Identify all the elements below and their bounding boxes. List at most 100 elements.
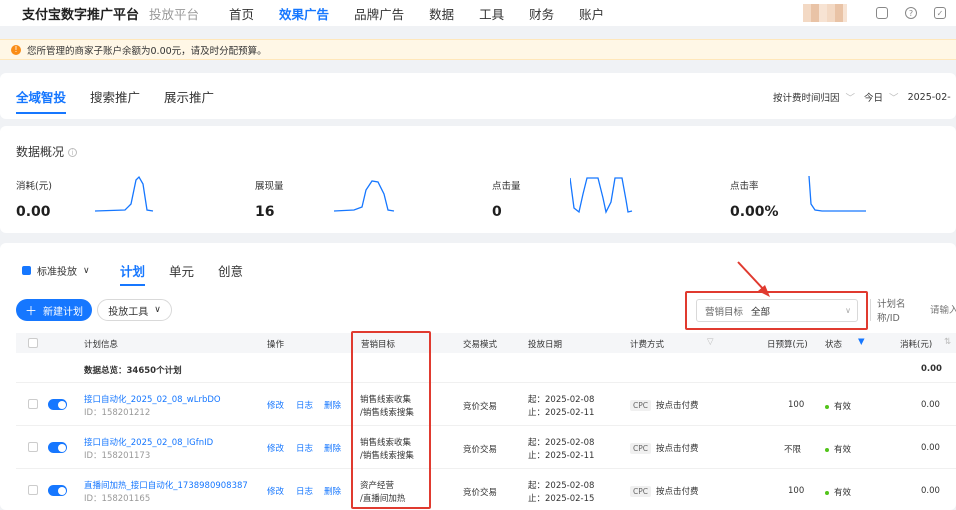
metric-label: 点击率 (730, 181, 759, 192)
top-nav: 首页 效果广告 品牌广告 数据 工具 财务 账户 (229, 4, 629, 23)
plan-toggle[interactable] (48, 442, 67, 453)
nav-tools[interactable]: 工具 (479, 4, 504, 23)
col-date: 投放日期 (528, 340, 563, 350)
metric-label: 展现量 (255, 181, 284, 192)
plan-name-link[interactable]: 接口自动化_2025_02_08_wLrbDO (84, 393, 221, 405)
tab-unit[interactable]: 单元 (169, 261, 194, 286)
metric-ctr: 点击率 0.00% (730, 178, 779, 220)
plan-toggle[interactable] (48, 399, 67, 410)
main-tabs-card: 全域智投 搜索推广 展示推广 按计费时间归因 ﹀ 今日 ﹀ 2025-02- (0, 73, 956, 119)
edit-link[interactable]: 修改 (267, 399, 284, 411)
task-check-icon[interactable]: ✓ (934, 7, 946, 19)
daily-budget: 100 (788, 486, 805, 496)
notice-text: 您所管理的商家子账户余额为0.00元，请及时分配预算。 (27, 45, 267, 57)
log-link[interactable]: 日志 (296, 399, 313, 411)
nav-account[interactable]: 账户 (579, 4, 604, 23)
nav-finance[interactable]: 财务 (529, 4, 554, 23)
row-checkbox[interactable] (28, 442, 38, 452)
trade-mode: 竞价交易 (463, 445, 498, 455)
nav-performance-ads[interactable]: 效果广告 (279, 4, 329, 23)
delivery-mode-select[interactable]: 标准投放 ∨ (22, 263, 90, 278)
info-icon[interactable]: i (68, 148, 78, 157)
plus-icon: ＋ (24, 303, 37, 318)
annotation-arrow-icon (737, 261, 770, 297)
tab-creative[interactable]: 创意 (218, 261, 243, 286)
cost: 0.00 (921, 400, 940, 410)
plan-id: ID：158201165 (84, 494, 151, 504)
balance-notice: ! 您所管理的商家子账户余额为0.00元，请及时分配预算。 (0, 39, 956, 60)
delete-link[interactable]: 删除 (324, 442, 341, 454)
metric-cost: 消耗(元) 0.00 (16, 178, 52, 220)
status-dot-icon (825, 404, 829, 409)
attribution-select[interactable]: 按计费时间归因 (773, 90, 840, 104)
row-checkbox[interactable] (28, 485, 38, 495)
delete-link[interactable]: 删除 (324, 399, 341, 411)
edit-link[interactable]: 修改 (267, 442, 284, 454)
chevron-down-icon: ﹀ (845, 93, 856, 104)
tab-smart-delivery[interactable]: 全域智投 (16, 87, 67, 114)
tab-display-promotion[interactable]: 展示推广 (164, 87, 214, 114)
billing: CPC 按点击付费 (630, 485, 699, 497)
metric-label: 点击量 (492, 181, 521, 192)
status-dot-icon (825, 447, 829, 452)
billing-text: 按点击付费 (656, 487, 699, 497)
billing-text: 按点击付费 (656, 401, 699, 411)
tab-plan[interactable]: 计划 (120, 261, 146, 286)
mode-icon (22, 266, 31, 275)
daily-budget: 不限 (784, 445, 802, 455)
chevron-down-icon: ∨ (845, 306, 851, 315)
select-all-checkbox[interactable] (28, 338, 38, 348)
delete-link[interactable]: 删除 (324, 485, 341, 497)
date-range-select[interactable]: 今日 (864, 90, 883, 104)
search-input[interactable] (930, 304, 956, 316)
platform-switch[interactable]: 投放平台 (149, 4, 199, 23)
col-trade: 交易模式 (463, 340, 498, 350)
status: 有效 (825, 400, 851, 412)
metric-clicks: 点击量 0 (492, 178, 521, 220)
mode-label: 标准投放 (37, 267, 77, 278)
daily-budget: 100 (788, 400, 805, 410)
log-link[interactable]: 日志 (296, 442, 313, 454)
tab-search-promotion[interactable]: 搜索推广 (90, 87, 140, 114)
status-text: 有效 (834, 488, 852, 498)
trade-mode: 竞价交易 (463, 488, 498, 498)
filter-value: 全部 (751, 306, 771, 318)
col-budget: 日预算(元) (767, 340, 808, 350)
new-plan-button[interactable]: ＋ 新建计划 (16, 299, 92, 321)
filter-icon[interactable]: ▼ (858, 337, 865, 347)
avatar[interactable] (803, 4, 847, 22)
plan-table-card: 标准投放 ∨ 计划 单元 创意 ＋ 新建计划 投放工具 ∨ 营销目标 全部 ∨ … (0, 243, 956, 510)
overview-title: 数据概况 i (16, 143, 78, 160)
billing: CPC 按点击付费 (630, 399, 699, 411)
trade-mode: 竞价交易 (463, 402, 498, 412)
highlight-box-filter: 营销目标 全部 ∨ (685, 291, 868, 330)
plan-name-link[interactable]: 接口自动化_2025_02_08_lGfnID (84, 436, 213, 448)
chevron-down-icon: ∨ (83, 265, 90, 276)
start-date: 起：2025-02-08 (528, 395, 595, 405)
plan-name-link[interactable]: 直播间加热_接口自动化_1738980908387 (84, 479, 248, 491)
plan-toggle[interactable] (48, 485, 67, 496)
summary-label: 数据总览：34650个计划 (84, 366, 182, 376)
marketing-goal-filter[interactable]: 营销目标 全部 ∨ (696, 299, 858, 322)
nav-data[interactable]: 数据 (429, 4, 454, 23)
plan-search: 计划名称/ID (870, 296, 956, 324)
start-date: 起：2025-02-08 (528, 438, 595, 448)
row-checkbox[interactable] (28, 399, 38, 409)
log-link[interactable]: 日志 (296, 485, 313, 497)
search-type-select[interactable]: 计划名称/ID (877, 296, 924, 324)
filter-icon[interactable]: ▽ (707, 337, 714, 347)
date-picker[interactable]: 2025-02- (908, 92, 951, 103)
edit-link[interactable]: 修改 (267, 485, 284, 497)
status: 有效 (825, 486, 851, 498)
metric-value: 0.00 (16, 204, 51, 220)
help-icon[interactable]: ? (905, 7, 917, 19)
sort-icon[interactable]: ⇅ (944, 337, 951, 347)
table-summary-row: 数据总览：34650个计划 0.00 (16, 353, 956, 383)
document-icon[interactable] (876, 7, 888, 19)
nav-home[interactable]: 首页 (229, 4, 254, 23)
summary-cost: 0.00 (921, 364, 942, 374)
filter-label: 营销目标 (705, 306, 744, 318)
overview-title-text: 数据概况 (16, 145, 65, 159)
delivery-tools-button[interactable]: 投放工具 ∨ (97, 299, 172, 321)
nav-brand-ads[interactable]: 品牌广告 (354, 4, 404, 23)
